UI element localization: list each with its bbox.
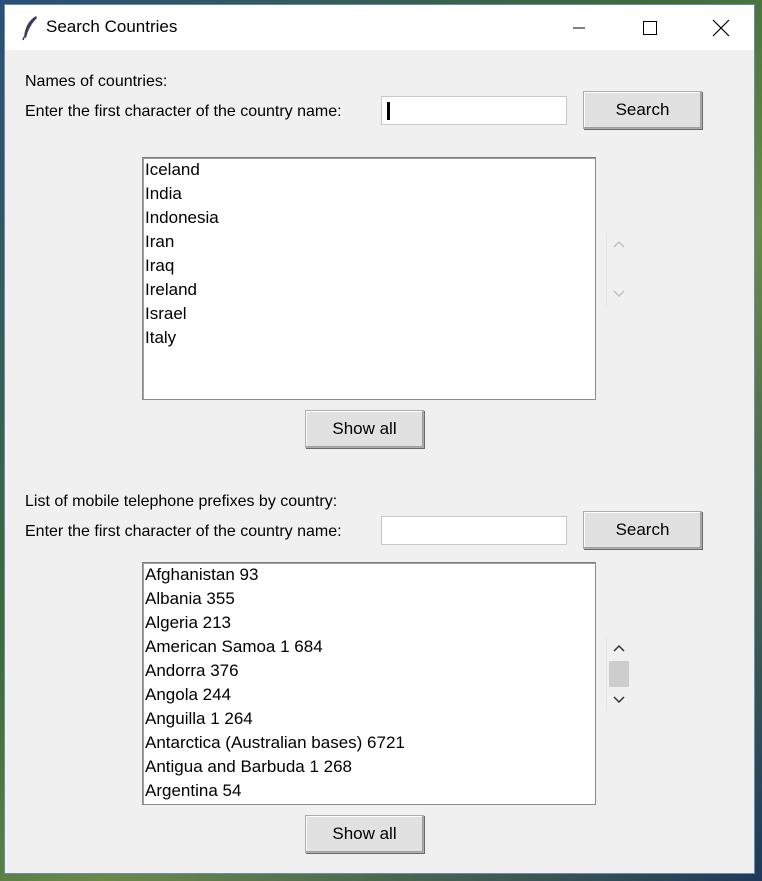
list-item[interactable]: Iran xyxy=(143,230,595,254)
text-caret xyxy=(387,102,390,120)
prefixes-search-button[interactable]: Search xyxy=(583,511,702,549)
prefixes-search-input[interactable] xyxy=(381,516,567,545)
countries-show-all-button[interactable]: Show all xyxy=(305,410,424,448)
window-title: Search Countries xyxy=(46,17,178,36)
list-item[interactable]: Albania 355 xyxy=(143,587,595,611)
countries-search-button[interactable]: Search xyxy=(583,91,702,129)
list-item[interactable]: Anguilla 1 264 xyxy=(143,707,595,731)
scroll-down-icon[interactable] xyxy=(613,289,625,299)
list-item[interactable]: Italy xyxy=(143,326,595,350)
list-item[interactable]: Indonesia xyxy=(143,206,595,230)
list-item[interactable]: Iceland xyxy=(143,158,595,182)
maximize-icon xyxy=(643,20,657,35)
prefixes-scrollbar[interactable] xyxy=(606,637,630,711)
list-item[interactable]: Ireland xyxy=(143,278,595,302)
list-item[interactable]: India xyxy=(143,182,595,206)
countries-search-input[interactable] xyxy=(381,96,567,125)
feather-icon xyxy=(22,16,37,41)
countries-scrollbar[interactable] xyxy=(606,233,630,307)
prefixes-list: Afghanistan 93 Albania 355 Algeria 213 Amer… xyxy=(143,563,595,803)
list-item[interactable]: American Samoa 1 684 xyxy=(143,635,595,659)
close-button[interactable] xyxy=(698,5,744,50)
app-window: Search Countries Names of countries: Ent… xyxy=(4,4,755,874)
list-item[interactable]: Antigua and Barbuda 1 268 xyxy=(143,755,595,779)
minimize-button[interactable] xyxy=(556,5,602,50)
list-item[interactable]: Israel xyxy=(143,302,595,326)
scroll-down-icon[interactable] xyxy=(613,695,625,705)
scrollbar-track-edge xyxy=(606,637,607,711)
minimize-icon xyxy=(573,27,585,28)
countries-prompt: Enter the first character of the country… xyxy=(25,103,342,120)
prefixes-show-all-button[interactable]: Show all xyxy=(305,815,424,853)
scrollbar-track-edge xyxy=(606,233,607,307)
prefixes-prompt: Enter the first character of the country… xyxy=(25,523,342,540)
prefixes-listbox[interactable]: Afghanistan 93 Albania 355 Algeria 213 Amer… xyxy=(142,562,596,805)
list-item[interactable]: Angola 244 xyxy=(143,683,595,707)
list-item[interactable]: Iraq xyxy=(143,254,595,278)
countries-heading: Names of countries: xyxy=(25,73,168,90)
countries-list: Iceland India Indonesia Iran Iraq Ireland Isra… xyxy=(143,158,595,350)
list-item[interactable]: Andorra 376 xyxy=(143,659,595,683)
list-item[interactable]: Antarctica (Australian bases) 6721 xyxy=(143,731,595,755)
maximize-button[interactable] xyxy=(627,5,673,50)
close-icon xyxy=(712,19,730,36)
list-item[interactable]: Algeria 213 xyxy=(143,611,595,635)
list-item[interactable]: Argentina 54 xyxy=(143,779,595,803)
scroll-thumb[interactable] xyxy=(609,661,629,687)
scroll-up-icon[interactable] xyxy=(613,643,625,653)
list-item[interactable]: Afghanistan 93 xyxy=(143,563,595,587)
scroll-up-icon[interactable] xyxy=(613,239,625,249)
title-bar[interactable]: Search Countries xyxy=(5,5,754,50)
countries-listbox[interactable]: Iceland India Indonesia Iran Iraq Ireland Isra… xyxy=(142,157,596,400)
prefixes-heading: List of mobile telephone prefixes by cou… xyxy=(25,493,338,510)
